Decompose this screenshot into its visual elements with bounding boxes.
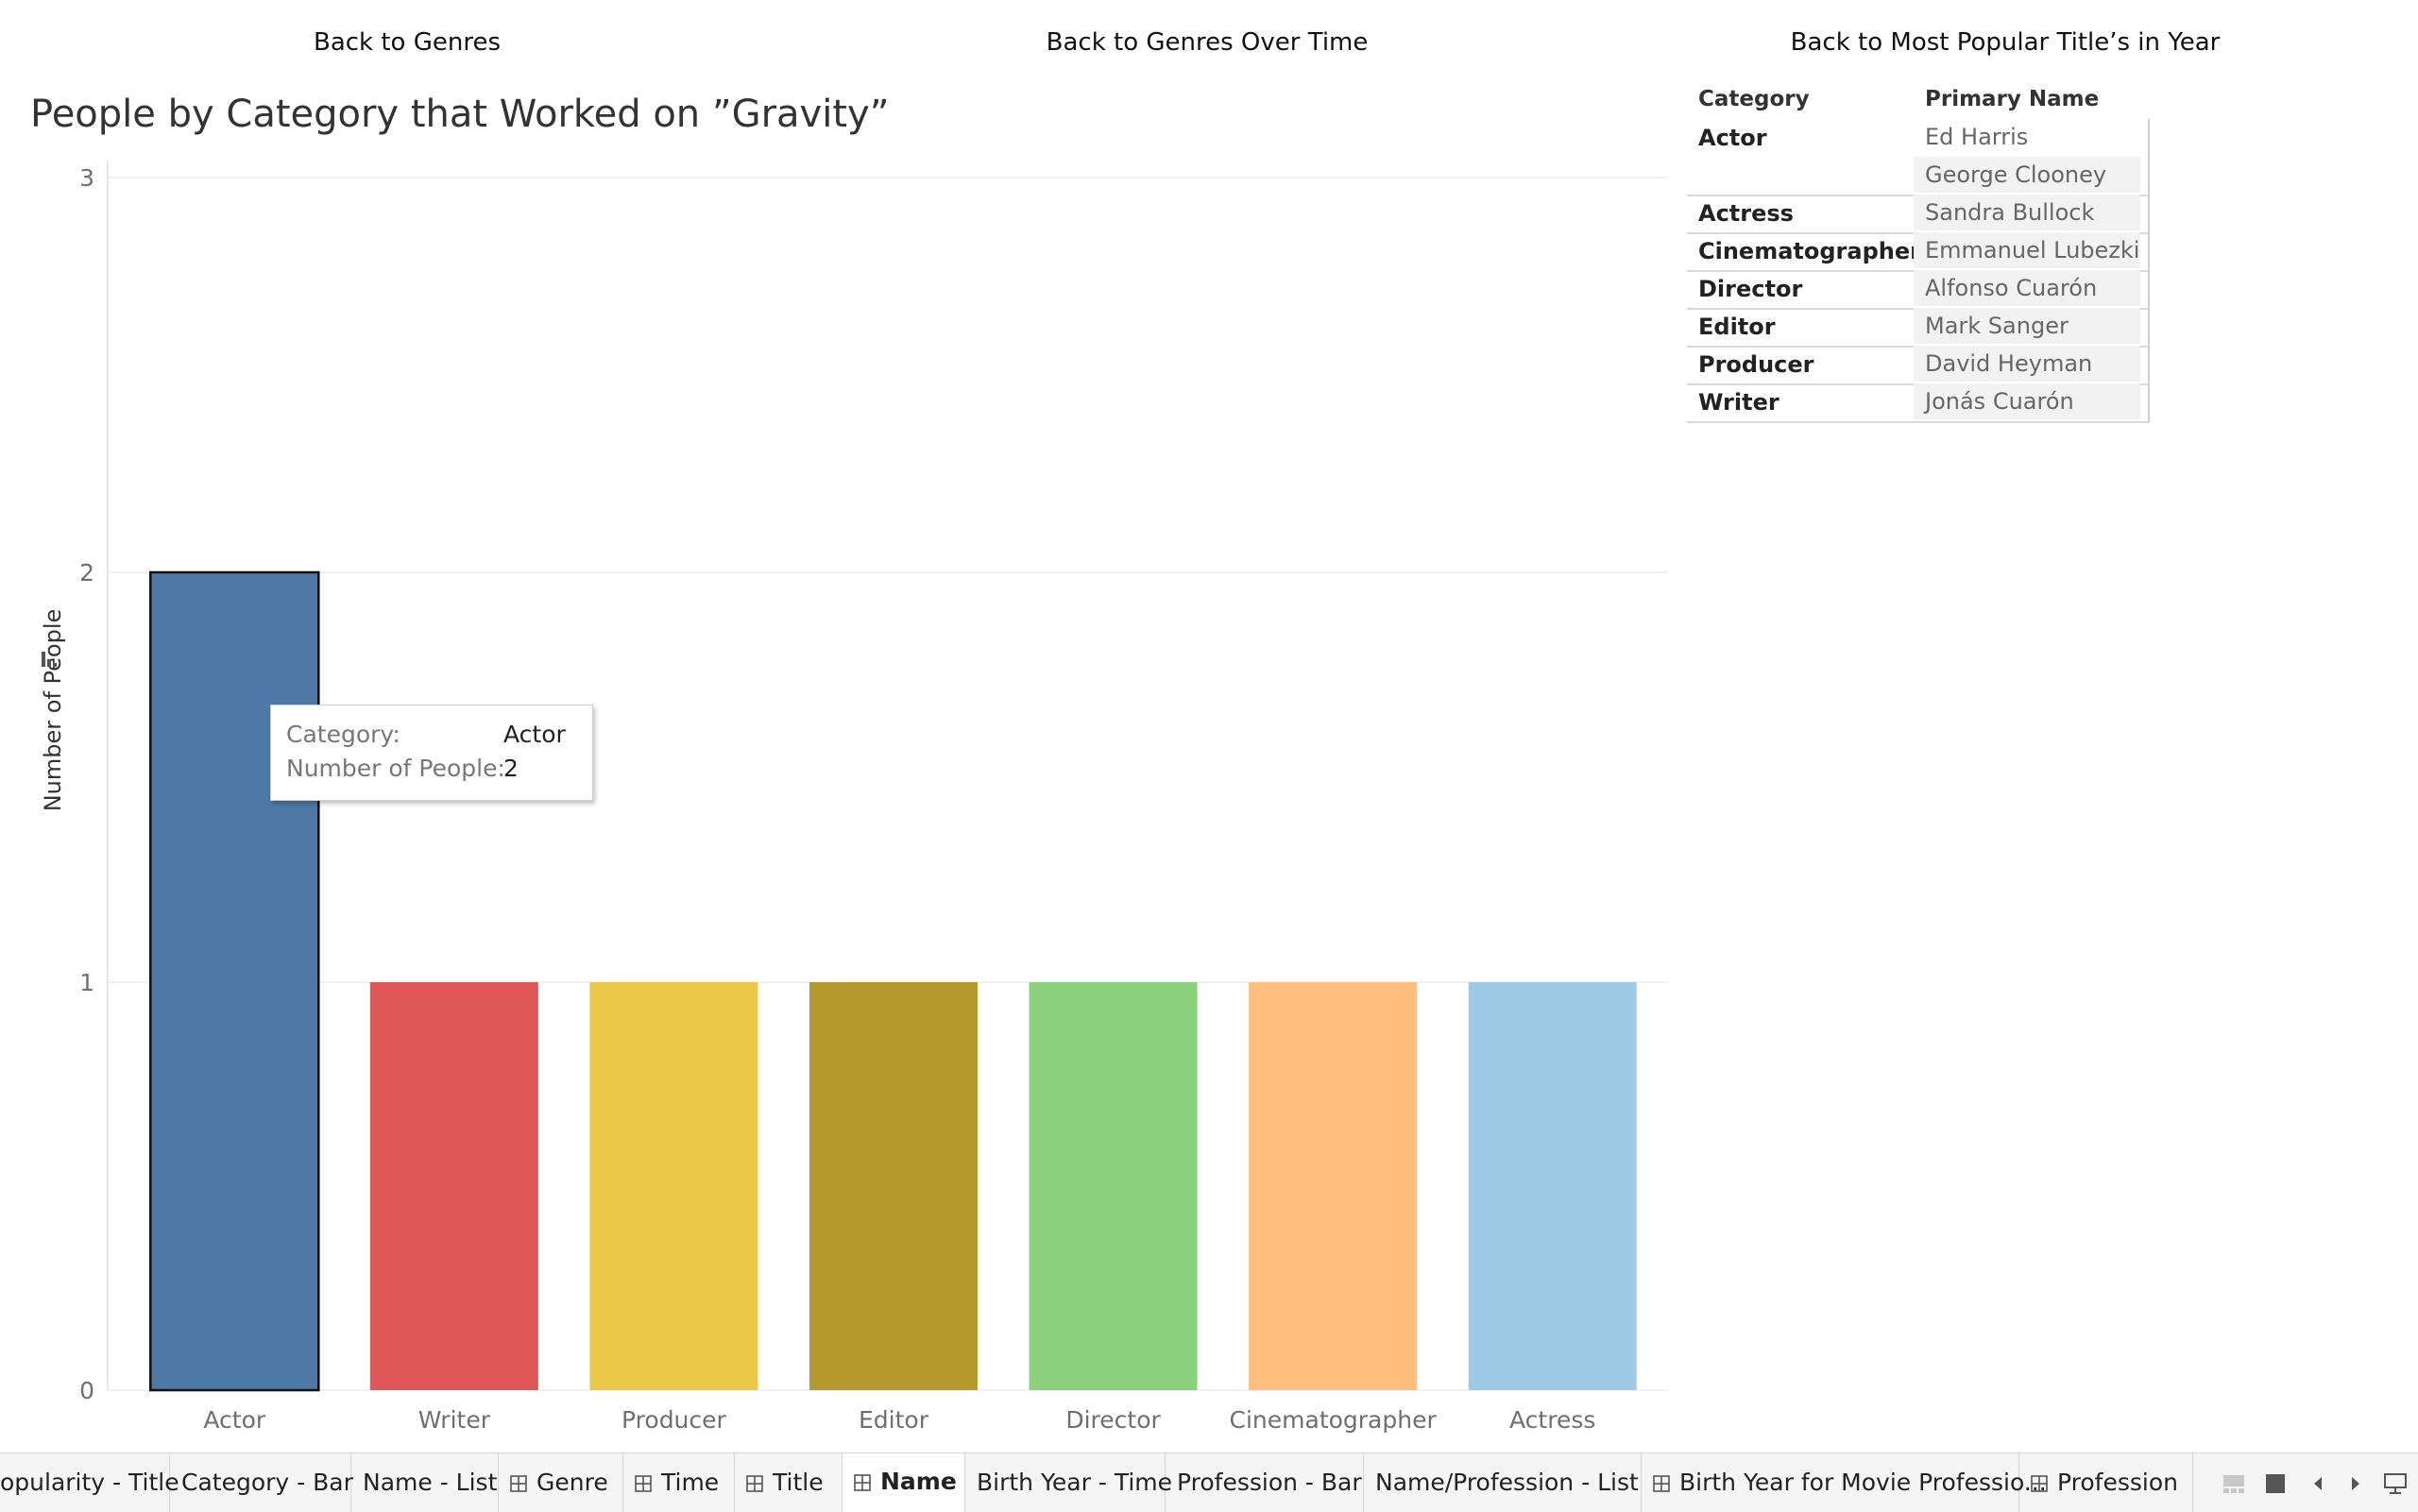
table-cell-category: Editor xyxy=(1698,314,1776,340)
table-cell-category: Director xyxy=(1698,276,1803,302)
sheet-tab-label: Name - List xyxy=(363,1469,498,1496)
x-tick-label-cinematographer: Cinematographer xyxy=(1230,1406,1438,1434)
y-tick-label-1: 1 xyxy=(79,969,94,996)
sheet-tab-label: Title xyxy=(773,1469,824,1496)
tooltip-category-label: Category: xyxy=(286,721,400,748)
bar-chart: 0 1 2 3 Actor Writer Producer Editor Director Cin… xyxy=(40,161,1668,1434)
x-tick-label-editor: Editor xyxy=(859,1406,929,1434)
table-row: Actress Sandra Bullock xyxy=(1687,195,2150,234)
sheet-tab-label: Birth Year for Movie Professio... xyxy=(1679,1469,2047,1496)
dashboard-grid-icon xyxy=(1653,1475,1670,1492)
table-cell-category: Writer xyxy=(1698,389,1779,416)
table-cell-primary-name: Mark Sanger xyxy=(1914,308,2140,344)
sheet-tab-category-bar[interactable]: Category - Bar xyxy=(170,1453,353,1512)
table-row: Cinematographer Emmanuel Lubezki xyxy=(1687,232,2150,272)
table-cell-category: Producer xyxy=(1698,351,1814,378)
tooltip-category-value: Actor xyxy=(503,721,566,748)
bar-producer xyxy=(589,982,758,1390)
table-cell-primary-name: George Clooney xyxy=(1914,157,2140,193)
bar-actress xyxy=(1468,982,1637,1390)
prev-arrow-icon[interactable] xyxy=(2308,1471,2327,1496)
bar-editor xyxy=(809,982,978,1390)
sheet-tab-bar: opularity - Title Category - Bar Name - Li… xyxy=(0,1453,2418,1512)
table-row: Director Alfonso Cuarón xyxy=(1687,270,2150,310)
sheet-tab-opularity-title[interactable]: opularity - Title xyxy=(0,1453,179,1512)
table-cell-category: Actor xyxy=(1698,125,1767,151)
back-to-genres-link[interactable]: Back to Genres xyxy=(314,28,501,57)
dashboard-grid-icon xyxy=(635,1475,652,1492)
y-tick-label-2: 2 xyxy=(79,559,94,586)
sheet-tab-title[interactable]: Title xyxy=(735,1453,843,1512)
y-tick-label-3: 3 xyxy=(79,164,94,192)
table-cell-category: Cinematographer xyxy=(1698,238,1921,264)
table-cell-primary-name: Ed Harris xyxy=(1925,124,2029,150)
table-cell-primary-name: Alfonso Cuarón xyxy=(1914,270,2140,306)
bar-cinematographer xyxy=(1249,982,1418,1390)
sheet-tab-label: opularity - Title xyxy=(0,1469,179,1496)
sheet-tab-label: Profession xyxy=(2057,1469,2178,1496)
table-cell-primary-name: David Heyman xyxy=(1914,346,2140,382)
sheet-tab-label: Profession - Bar xyxy=(1177,1469,1362,1496)
tooltip-count-value: 2 xyxy=(503,755,519,782)
filmstrip-icon[interactable] xyxy=(2222,1471,2246,1496)
presentation-icon[interactable] xyxy=(2382,1471,2409,1496)
bar-writer xyxy=(369,982,538,1390)
tooltip-count-label: Number of People: xyxy=(286,755,505,782)
next-arrow-icon[interactable] xyxy=(2346,1471,2365,1496)
back-to-genres-over-time-link[interactable]: Back to Genres Over Time xyxy=(1047,28,1369,57)
y-tick-label-0: 0 xyxy=(79,1377,94,1404)
bar-actor xyxy=(149,570,320,1392)
chart-title: People by Category that Worked on ”Gravi… xyxy=(30,93,890,136)
x-tick-label-producer: Producer xyxy=(622,1406,727,1434)
sheet-tab-birth-year-for-movie-professio[interactable]: Birth Year for Movie Professio... xyxy=(1642,1453,2047,1512)
sheet-tab-label: Category - Bar xyxy=(181,1469,353,1496)
grid-view-icon[interactable] xyxy=(2263,1471,2288,1496)
sheet-tab-label: Name/Profession - List xyxy=(1375,1469,1639,1496)
table-cell-primary-name: Emmanuel Lubezki xyxy=(1914,232,2140,268)
y-axis-title: Number of People xyxy=(40,609,66,812)
table-cell-category: Actress xyxy=(1698,200,1794,227)
sheet-tab-label: Genre xyxy=(536,1469,608,1496)
dashboard-grid-icon xyxy=(2031,1475,2048,1492)
table-row: Actor Ed Harris George Clooney xyxy=(1687,119,2150,196)
table-scroll-divider xyxy=(2148,119,2150,421)
dashboard-grid-icon xyxy=(854,1474,871,1491)
table-row: Writer Jonás Cuarón xyxy=(1687,383,2150,423)
sheet-tab-name-profession-list[interactable]: Name/Profession - List xyxy=(1364,1453,1642,1512)
x-tick-label-writer: Writer xyxy=(418,1406,491,1434)
sheet-tab-profession[interactable]: Profession xyxy=(2019,1453,2193,1512)
bar-director xyxy=(1029,982,1198,1390)
sheet-tab-label: Time xyxy=(661,1469,720,1496)
dashboard-grid-icon xyxy=(510,1475,527,1492)
dashboard-grid-icon xyxy=(746,1475,763,1492)
sheet-tab-name[interactable]: Name xyxy=(843,1453,965,1512)
x-tick-label-actor: Actor xyxy=(203,1406,266,1434)
table-cell-primary-name: Sandra Bullock xyxy=(1914,195,2140,230)
chart-tooltip: Category: Actor Number of People: 2 xyxy=(270,705,593,801)
x-tick-label-director: Director xyxy=(1065,1406,1161,1434)
table-row: Producer David Heyman xyxy=(1687,346,2150,385)
table-cell-primary-name: Jonás Cuarón xyxy=(1914,383,2140,419)
sheet-tab-time[interactable]: Time xyxy=(623,1453,735,1512)
sheet-tab-name-list[interactable]: Name - List xyxy=(351,1453,499,1512)
sheet-tab-label: Birth Year - Time xyxy=(977,1469,1172,1496)
sheet-tab-label: Name xyxy=(880,1468,957,1495)
x-tick-label-actress: Actress xyxy=(1509,1406,1595,1434)
back-to-most-popular-link[interactable]: Back to Most Popular Title’s in Year xyxy=(1791,28,2221,57)
table-row: Editor Mark Sanger xyxy=(1687,308,2150,348)
sheet-tab-birth-year-time[interactable]: Birth Year - Time xyxy=(965,1453,1172,1512)
sheet-tab-profession-bar[interactable]: Profession - Bar xyxy=(1166,1453,1364,1512)
sheet-tab-genre[interactable]: Genre xyxy=(499,1453,623,1512)
table-header-category: Category xyxy=(1698,87,1810,111)
table-header-primary-name: Primary Name xyxy=(1925,87,2100,111)
